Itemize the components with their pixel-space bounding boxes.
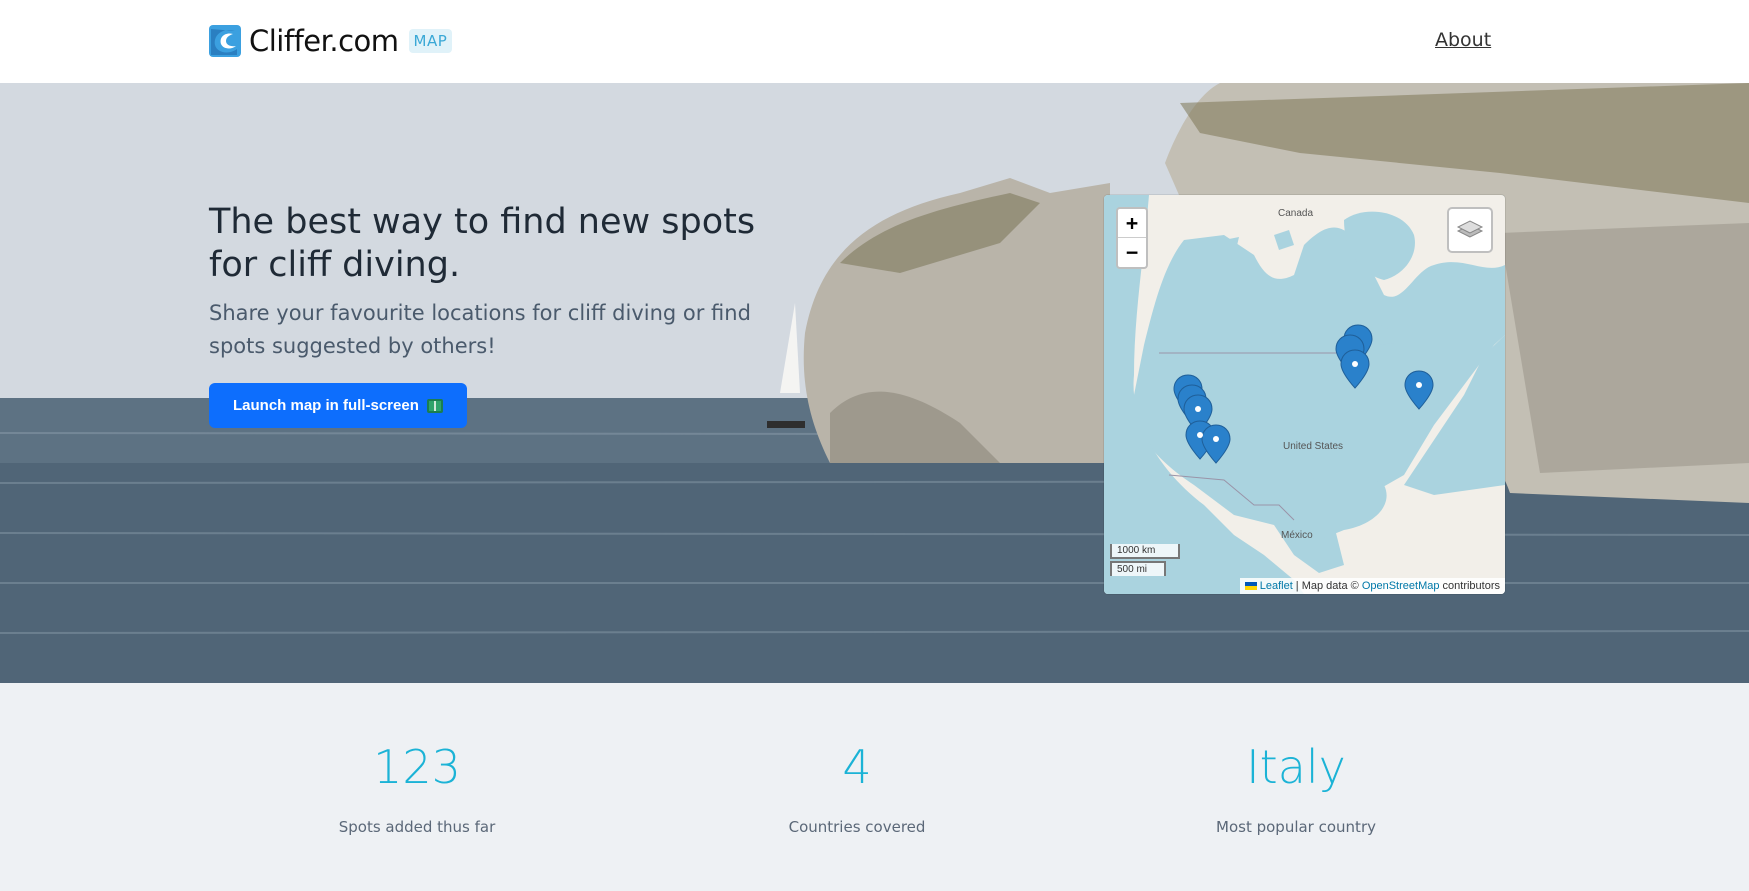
launch-map-label: Launch map in full-screen [233, 397, 419, 414]
hero-title: The best way to find new spots for cliff… [209, 202, 756, 285]
attribution-suffix: contributors [1439, 580, 1500, 592]
stat-spots: 123 Spots added thus far [267, 739, 567, 836]
zoom-out-button[interactable]: − [1118, 238, 1146, 267]
scale-km: 1000 km [1110, 544, 1180, 559]
map-icon [426, 398, 443, 413]
brand-name: Cliffer.com [249, 24, 399, 58]
stat-label: Spots added thus far [338, 818, 496, 836]
stat-label: Most popular country [1216, 818, 1376, 836]
brand[interactable]: Cliffer.com MAP [209, 22, 453, 60]
wave-logo-icon [209, 25, 241, 57]
hero-section: The best way to find new spots for cliff… [0, 83, 1749, 683]
map-label-mexico: México [1281, 530, 1313, 541]
layers-control-button[interactable] [1447, 207, 1493, 253]
stat-countries: 4 Countries covered [707, 739, 1007, 836]
map-scale: 1000 km 500 mi [1110, 542, 1180, 576]
map-widget[interactable]: + − Canada United States México 1000 km … [1104, 195, 1505, 594]
ukraine-flag-icon [1244, 582, 1257, 591]
stat-value: 4 [842, 740, 872, 794]
zoom-in-button[interactable]: + [1118, 209, 1146, 238]
stat-label: Countries covered [788, 818, 926, 836]
map-label-canada: Canada [1278, 208, 1314, 219]
stat-popular-country: Italy Most popular country [1146, 739, 1446, 836]
map-zoom-control: + − [1116, 207, 1148, 269]
hero-subtitle: Share your favourite locations for cliff… [209, 301, 751, 358]
map-attribution: Leaflet | Map data © OpenStreetMap contr… [1239, 578, 1505, 594]
stat-value: 123 [373, 740, 461, 794]
map-label-united-states: United States [1283, 441, 1344, 452]
stat-value: Italy [1246, 740, 1346, 794]
attribution-separator: | Map data © [1292, 580, 1362, 592]
layers-icon [1456, 220, 1484, 238]
osm-link[interactable]: OpenStreetMap [1362, 580, 1440, 592]
launch-map-button[interactable]: Launch map in full-screen [209, 383, 467, 428]
leaflet-link[interactable]: Leaflet [1260, 580, 1293, 592]
scale-mi: 500 mi [1110, 561, 1166, 576]
nav-about-link[interactable]: About [1435, 29, 1491, 51]
hero-text: The best way to find new spots for cliff… [209, 201, 809, 428]
stats-section: 123 Spots added thus far 4 Countries cov… [0, 683, 1749, 891]
brand-badge: MAP [408, 29, 453, 53]
navbar: Cliffer.com MAP About [0, 0, 1749, 83]
